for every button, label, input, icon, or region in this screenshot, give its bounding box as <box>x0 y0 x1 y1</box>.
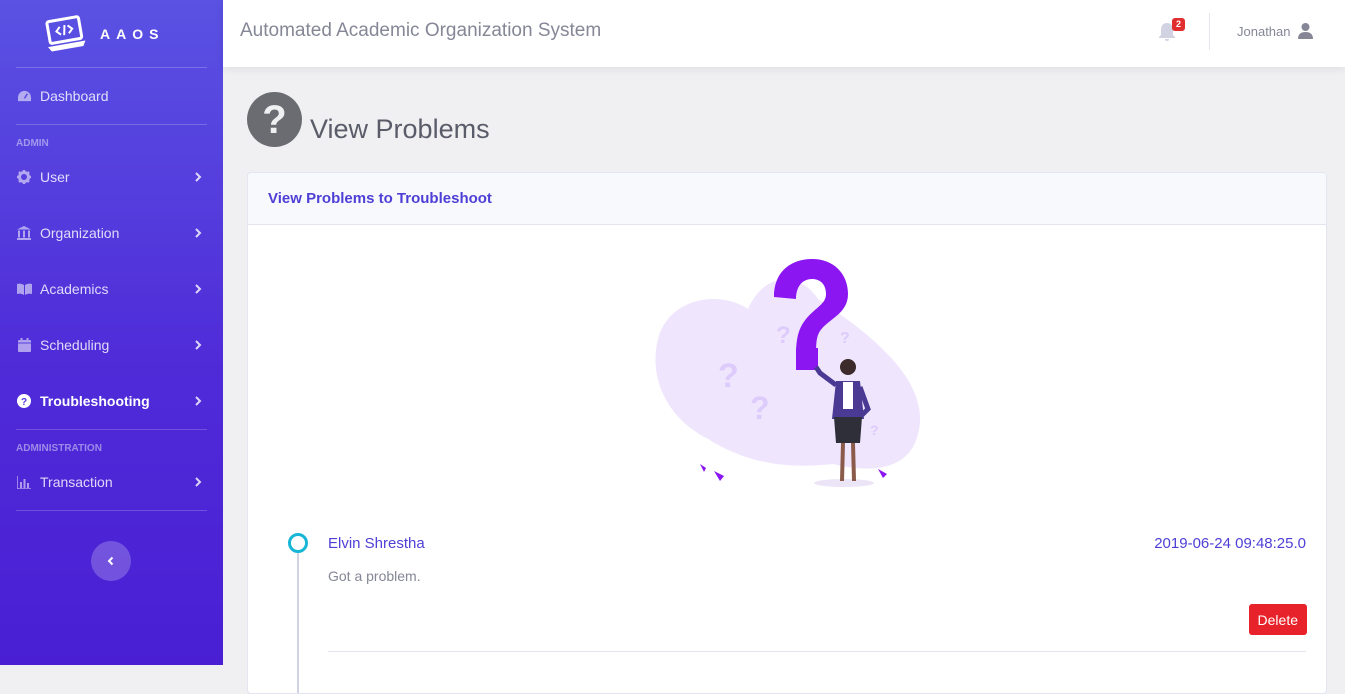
sidebar-item-label: Organization <box>40 225 120 241</box>
laptop-code-icon <box>45 14 86 52</box>
brand-name: AAOS <box>100 25 165 42</box>
chevron-right-icon <box>195 284 202 294</box>
problem-message: Got a problem. <box>328 568 421 584</box>
svg-text:?: ? <box>870 422 879 438</box>
gear-icon <box>16 169 32 185</box>
entry-divider <box>328 651 1306 652</box>
user-icon[interactable] <box>1298 23 1313 39</box>
timeline-dot <box>288 533 308 553</box>
question-circle-icon: ? <box>247 92 302 147</box>
timeline-line <box>297 553 299 693</box>
book-icon <box>16 281 32 297</box>
sidebar-item-label: Scheduling <box>40 337 110 353</box>
svg-text:?: ? <box>750 390 770 426</box>
app-title: Automated Academic Organization System <box>240 20 602 41</box>
svg-text:?: ? <box>262 98 286 142</box>
user-name[interactable]: Jonathan <box>1237 24 1291 39</box>
question-circle-icon: ? <box>16 393 32 409</box>
chart-icon <box>16 474 32 490</box>
chevron-right-icon <box>195 172 202 182</box>
chevron-right-icon <box>195 340 202 350</box>
sidebar-divider <box>16 510 207 511</box>
chevron-left-icon <box>107 556 114 566</box>
sidebar-item-scheduling[interactable]: Scheduling <box>0 317 223 373</box>
bank-icon <box>16 225 32 241</box>
sidebar-item-organization[interactable]: Organization <box>0 205 223 261</box>
card-title: View Problems to Troubleshoot <box>268 190 492 207</box>
sidebar-item-troubleshooting[interactable]: ? Troubleshooting <box>0 373 223 429</box>
sidebar: AAOS Dashboard ADMIN User Organization A… <box>0 0 223 665</box>
sidebar-item-transaction[interactable]: Transaction <box>0 454 223 510</box>
sidebar-section-heading: ADMIN <box>16 138 49 149</box>
topbar: Automated Academic Organization System 2… <box>223 0 1345 67</box>
calendar-icon <box>16 337 32 353</box>
tachometer-icon <box>16 88 32 104</box>
problem-timestamp: 2019-06-24 09:48:25.0 <box>1154 535 1306 552</box>
chevron-right-icon <box>195 477 202 487</box>
notification-badge: 2 <box>1172 18 1186 31</box>
sidebar-item-label: Dashboard <box>40 88 109 104</box>
sidebar-item-academics[interactable]: Academics <box>0 261 223 317</box>
topbar-divider <box>1209 13 1210 50</box>
sidebar-item-label: Troubleshooting <box>40 393 150 409</box>
problem-reporter-name[interactable]: Elvin Shrestha <box>328 535 425 552</box>
sidebar-section-heading: ADMINISTRATION <box>16 443 102 454</box>
sidebar-toggle-button[interactable] <box>91 541 131 581</box>
chevron-right-icon <box>195 396 202 406</box>
sidebar-item-label: Transaction <box>40 474 113 490</box>
question-illustration: ? ? ? ? ? <box>655 259 921 487</box>
svg-text:?: ? <box>718 357 739 395</box>
delete-button[interactable]: Delete <box>1248 604 1307 635</box>
sidebar-item-user[interactable]: User <box>0 149 223 205</box>
svg-text:?: ? <box>21 397 27 408</box>
svg-text:?: ? <box>840 330 850 347</box>
problems-card: View Problems to Troubleshoot ? ? ? ? ? … <box>247 172 1327 694</box>
svg-text:?: ? <box>776 322 791 349</box>
chevron-right-icon <box>195 228 202 238</box>
sidebar-item-label: Academics <box>40 281 109 297</box>
page-title: View Problems <box>310 114 490 144</box>
brand[interactable]: AAOS <box>0 0 223 67</box>
card-header: View Problems to Troubleshoot <box>248 173 1326 225</box>
sidebar-item-label: User <box>40 169 70 185</box>
sidebar-item-dashboard[interactable]: Dashboard <box>0 68 223 124</box>
